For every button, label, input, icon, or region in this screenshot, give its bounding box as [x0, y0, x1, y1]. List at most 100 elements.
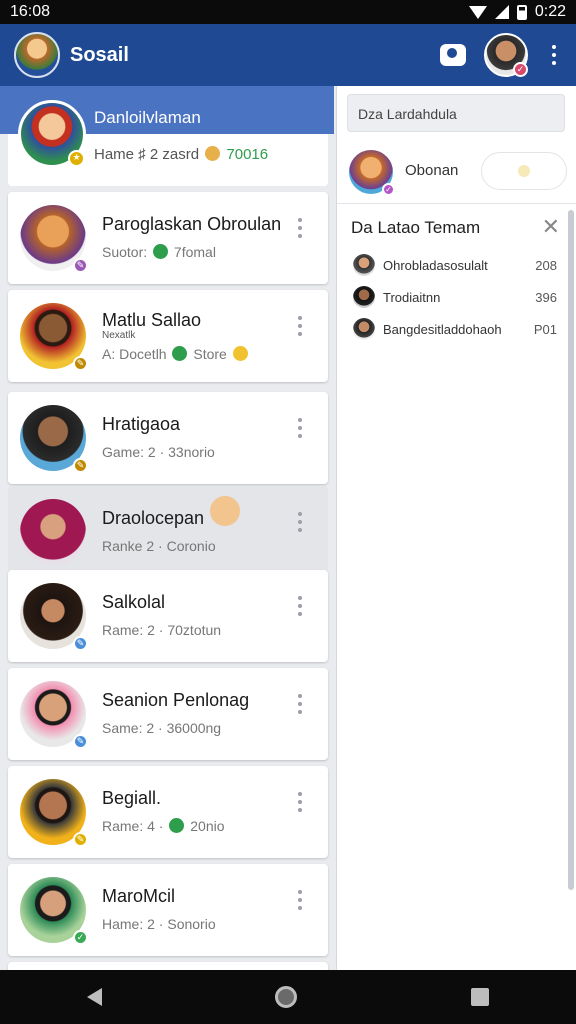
contact-sub: Suotor: 7fomal [102, 244, 216, 260]
sub-tail: 20nio [190, 818, 225, 834]
sub-tail: 7fomal [173, 244, 216, 260]
list-item[interactable]: Trodiaitnn 396 [337, 282, 569, 314]
contact-card[interactable]: ✎ Seanion Penlonag Same: 2 · 36000ng [8, 668, 328, 760]
avatar[interactable]: ✎ [20, 303, 88, 371]
contact-name: Paroglaskan Obroulan [102, 214, 282, 234]
contact-card[interactable]: ✓ MaroMcil Hame: 2 · Sonorio [8, 864, 328, 956]
contact-card[interactable]: ✎ Paroglaskan Obroulan Suotor: 7fomal [8, 192, 328, 284]
card-menu-icon[interactable] [298, 316, 302, 336]
sub-text: A: Docetlh [102, 346, 167, 362]
current-user-name: Obonan [405, 162, 459, 179]
selected-contact[interactable]: ★ Danloilvlaman Hame ♯ 2 zasrd 70016 [0, 86, 334, 186]
contact-name: Matlu Sallao [102, 310, 202, 330]
card-menu-icon[interactable] [298, 218, 302, 238]
home-icon[interactable] [275, 986, 298, 1008]
system-nav-bar [0, 970, 576, 1024]
contact-sub: A: Docetlh Store [102, 346, 250, 362]
item-count: P01 [533, 322, 557, 337]
edit-badge-icon: ✎ [73, 458, 88, 473]
contact-card[interactable]: Draolocepan Ranke 2 · Coronio [8, 486, 328, 578]
contact-sub: Game: 2 · 33norio [102, 444, 215, 460]
avatar[interactable]: ✓ [349, 150, 395, 196]
avatar[interactable]: ✎ [20, 205, 88, 273]
item-count: 396 [535, 290, 557, 305]
scrollbar[interactable] [568, 210, 574, 890]
card-menu-icon[interactable] [298, 596, 302, 616]
overflow-menu-icon[interactable] [546, 43, 562, 67]
suggestion-list: Ohrobladasosulalt 208 Trodiaitnn 396 Ban… [337, 250, 569, 346]
add-friend-icon[interactable] [440, 44, 466, 66]
sub-tail: 70016 [226, 146, 269, 163]
search-input[interactable]: Dza Lardahdula [347, 94, 565, 132]
back-icon[interactable] [86, 988, 102, 1006]
battery-text: 0:22 [534, 3, 566, 20]
app-logo[interactable] [14, 32, 60, 78]
status-bar: 16:08 0:22 [0, 0, 576, 24]
check-badge-icon: ✓ [513, 62, 528, 77]
contact-card[interactable]: ✎ Hratigaoa Game: 2 · 33norio [8, 392, 328, 484]
smiley-icon [205, 146, 221, 161]
green-circle-icon [172, 346, 188, 361]
item-name: Bangdesitladdohaoh [383, 322, 502, 337]
status-icons: 0:22 [468, 3, 566, 21]
edit-badge-icon: ✎ [73, 832, 88, 847]
contact-name: Salkolal [102, 592, 166, 612]
contact-name: Danloilvlaman [94, 108, 201, 127]
contact-sub: Rame: 4 · 20nio [102, 818, 225, 834]
status-toggle[interactable] [481, 152, 567, 190]
battery-icon [516, 4, 527, 20]
sub-text: Rame: 4 · [102, 818, 164, 834]
contact-sub: Ranke 2 · Coronio [102, 538, 216, 554]
side-panel: Dza Lardahdula ✓ Obonan Da Latao Temam ✕… [336, 86, 576, 970]
contact-name: Begiall. [102, 788, 162, 808]
panel-title: Da Latao Temam [351, 218, 481, 237]
current-user-row[interactable]: ✓ Obonan [337, 138, 576, 204]
contact-card[interactable]: ✎ Matlu Sallao Nexatlk A: Docetlh Store [8, 290, 328, 382]
contact-card-partial [8, 962, 328, 970]
thinking-emoji-icon [210, 496, 240, 526]
wifi-icon [468, 5, 487, 19]
profile-avatar[interactable]: ✓ [484, 33, 528, 77]
avatar [353, 254, 375, 276]
contact-card[interactable]: ✎ Begiall. Rame: 4 · 20nio [8, 766, 328, 858]
card-menu-icon[interactable] [298, 694, 302, 714]
status-time: 16:08 [10, 3, 51, 20]
card-menu-icon[interactable] [298, 792, 302, 812]
contact-name: Hratigaoa [102, 414, 181, 434]
contact-sub: Rame: 2 · 70ztotun [102, 622, 222, 638]
avatar [353, 318, 375, 340]
edit-badge-icon: ✎ [73, 636, 88, 651]
avatar[interactable]: ✎ [20, 405, 88, 473]
sub-text: Hame ♯ 2 zasrd [94, 146, 200, 163]
list-item[interactable]: Bangdesitladdohaoh P01 [337, 314, 569, 346]
card-menu-icon[interactable] [298, 512, 302, 532]
avatar[interactable] [20, 499, 86, 565]
verified-badge-icon: ★ [68, 150, 85, 167]
edit-badge-icon: ✎ [73, 734, 88, 749]
item-name: Ohrobladasosulalt [383, 258, 488, 273]
green-circle-icon [169, 818, 185, 833]
contact-name: MaroMcil [102, 886, 176, 906]
avatar[interactable]: ✓ [20, 877, 88, 945]
app-bar: Sosail ✓ [0, 24, 576, 86]
contact-name: Seanion Penlonag [102, 690, 250, 710]
close-icon[interactable]: ✕ [542, 214, 560, 240]
avatar[interactable]: ✎ [20, 779, 88, 847]
edit-badge-icon: ✎ [73, 356, 88, 371]
avatar[interactable]: ✎ [20, 583, 88, 651]
contact-sub: Hame: 2 · Sonorio [102, 916, 216, 932]
list-item[interactable]: Ohrobladasosulalt 208 [337, 250, 569, 282]
recents-icon[interactable] [471, 988, 490, 1006]
edit-badge-icon: ✎ [73, 258, 88, 273]
check-badge-icon: ✓ [73, 930, 88, 945]
contact-card[interactable]: ✎ Salkolal Rame: 2 · 70ztotun [8, 570, 328, 662]
app-title: Sosail [70, 43, 129, 66]
green-circle-icon [153, 244, 169, 259]
contact-tag: Nexatlk [102, 330, 136, 341]
card-menu-icon[interactable] [298, 890, 302, 910]
smiley-icon [232, 346, 248, 361]
avatar [353, 286, 375, 308]
avatar[interactable]: ★ [18, 100, 86, 168]
avatar[interactable]: ✎ [20, 681, 88, 749]
card-menu-icon[interactable] [298, 418, 302, 438]
